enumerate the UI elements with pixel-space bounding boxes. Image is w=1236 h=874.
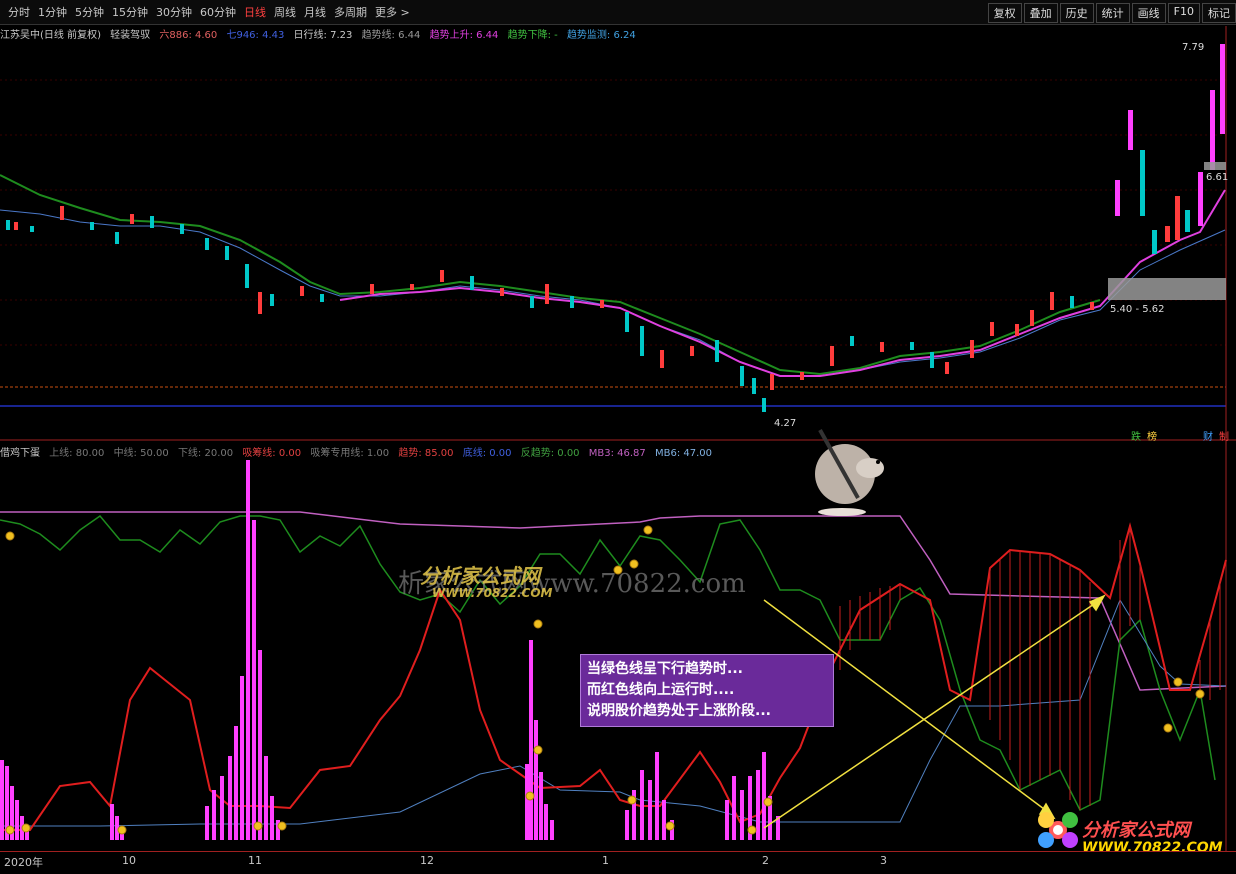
hedgehog-mascot-icon bbox=[815, 429, 884, 516]
main-grid bbox=[0, 79, 1226, 346]
value-v2: 七946: 4.43 bbox=[226, 30, 285, 41]
sub-p6: 趋势: 85.00 bbox=[398, 448, 454, 459]
mini-button-zhi[interactable]: 制 bbox=[1218, 428, 1230, 443]
mini-button-cai[interactable]: 财 bbox=[1202, 428, 1214, 443]
x-label-10: 10 bbox=[122, 854, 136, 867]
sub-indicator-bar: 借鸡下蛋 上线: 80.00 中线: 50.00 下线: 20.00 吸筹线: … bbox=[0, 444, 1236, 459]
value-v7: 趋势监测: 6.24 bbox=[566, 30, 636, 41]
sub-p2: 中线: 50.00 bbox=[113, 448, 169, 459]
sub-p9: MB3: 46.87 bbox=[588, 448, 646, 459]
sub-p7: 底线: 0.00 bbox=[462, 448, 512, 459]
ma-green-line bbox=[0, 174, 1101, 376]
watermark-url-small: WWW.70822.COM bbox=[432, 586, 553, 600]
x-label-12: 12 bbox=[420, 854, 434, 867]
x-label-2020: 2020年 bbox=[4, 856, 43, 869]
red-hatch bbox=[839, 526, 1221, 810]
mini-button-die[interactable]: 跌 bbox=[1130, 428, 1142, 443]
ma-blue-line bbox=[0, 209, 1226, 377]
tip-line-1: 当绿色线呈下行趋势时... bbox=[587, 661, 743, 677]
stock-title[interactable]: 江苏吴中(日线 前复权) bbox=[0, 30, 101, 41]
price-marker bbox=[1204, 162, 1226, 170]
indicator-name[interactable]: 轻装驾驭 bbox=[110, 30, 150, 41]
x-label-1: 1 bbox=[602, 854, 609, 867]
sub-indicator-name[interactable]: 借鸡下蛋 bbox=[0, 448, 40, 459]
sub-p8: 反趋势: 0.00 bbox=[520, 448, 580, 459]
chart-canvas[interactable] bbox=[0, 0, 1236, 873]
price-right: 6.61 bbox=[1206, 172, 1229, 183]
logo-title: 分析家公式网 bbox=[1082, 820, 1190, 841]
price-band bbox=[1108, 278, 1226, 300]
x-axis: 2020年 10 11 12 1 2 3 bbox=[0, 851, 1236, 874]
value-v3: 日行线: 7.23 bbox=[293, 30, 353, 41]
price-low: 4.27 bbox=[774, 418, 797, 429]
annotation-tip: 当绿色线呈下行趋势时... 而红色线向上运行时.... 说明股价趋势处于上涨阶段… bbox=[580, 654, 834, 727]
sub-p10: MB6: 47.00 bbox=[654, 448, 712, 459]
pink-bars bbox=[0, 460, 780, 840]
value-v4: 趋势线: 6.44 bbox=[361, 30, 421, 41]
mini-button-bang[interactable]: 榜 bbox=[1146, 428, 1158, 443]
value-v1: 六886: 4.60 bbox=[159, 30, 218, 41]
main-indicator-bar: 江苏吴中(日线 前复权) 轻装驾驭 六886: 4.60 七946: 4.43 … bbox=[0, 26, 1236, 41]
x-label-3: 3 bbox=[880, 854, 887, 867]
price-band-label: 5.40 - 5.62 bbox=[1110, 304, 1165, 315]
value-v5: 趋势上升: 6.44 bbox=[429, 30, 499, 41]
sub-p1: 上线: 80.00 bbox=[49, 448, 105, 459]
x-label-11: 11 bbox=[248, 854, 262, 867]
sub-p5: 吸筹专用线: 1.00 bbox=[310, 448, 390, 459]
sub-p4: 吸筹线: 0.00 bbox=[242, 448, 302, 459]
tip-line-3: 说明股价趋势处于上涨阶段... bbox=[587, 703, 771, 719]
x-label-2: 2 bbox=[762, 854, 769, 867]
price-high: 7.79 bbox=[1182, 42, 1205, 53]
value-v6: 趋势下降: - bbox=[507, 30, 558, 41]
sub-p3: 下线: 20.00 bbox=[177, 448, 234, 459]
tip-line-2: 而红色线向上运行时.... bbox=[587, 682, 735, 698]
candles bbox=[6, 44, 1225, 412]
watermark-title: 分析家公式网 bbox=[420, 564, 540, 588]
